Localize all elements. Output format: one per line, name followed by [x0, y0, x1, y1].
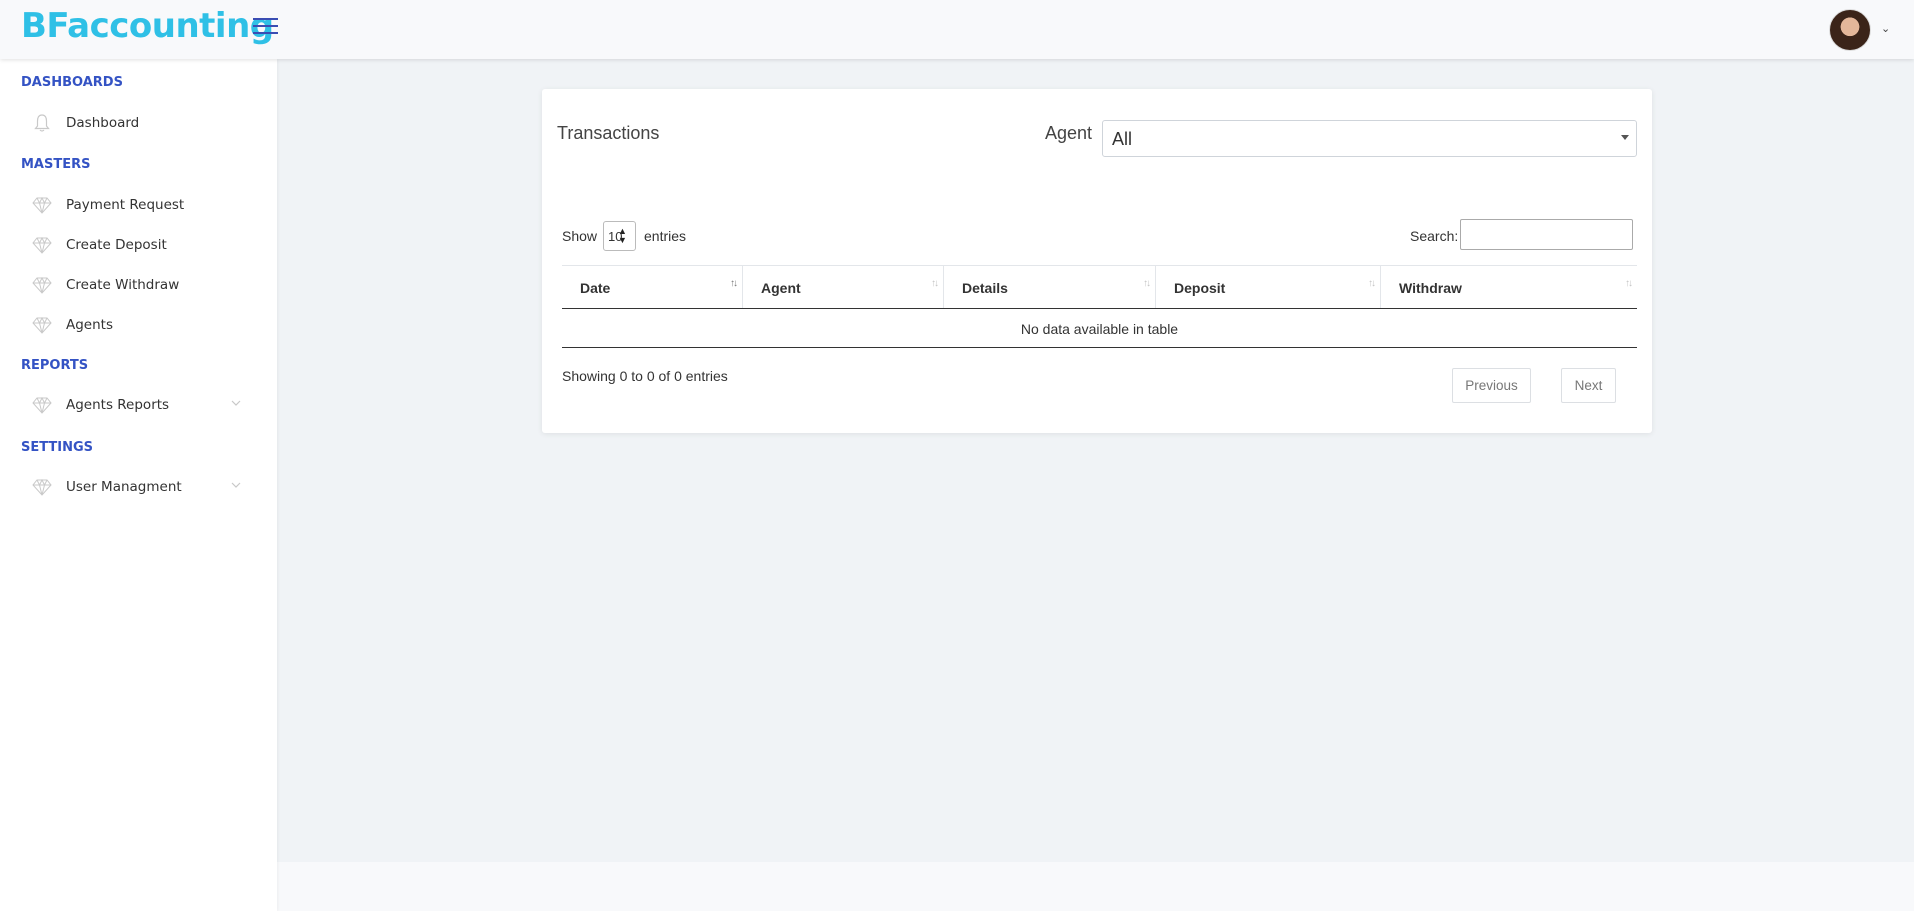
- empty-message: No data available in table: [1020, 321, 1179, 337]
- search-input[interactable]: [1460, 219, 1633, 250]
- sidebar-item-dashboard[interactable]: Dashboard: [0, 105, 277, 141]
- column-header-agent[interactable]: Agent ↑↓: [742, 266, 943, 308]
- show-label: Show: [562, 228, 598, 244]
- sidebar-item-label: User Managment: [66, 479, 182, 495]
- page-length-select[interactable]: 10 ▲ ▼: [603, 221, 636, 251]
- agent-filter-label: Agent: [1045, 123, 1093, 143]
- dropdown-caret-icon: [1621, 135, 1629, 140]
- diamond-icon: [32, 478, 52, 496]
- top-navbar: BFaccounting ⌄: [0, 0, 1914, 59]
- sidebar-item-create-deposit[interactable]: Create Deposit: [0, 227, 277, 263]
- chevron-down-icon[interactable]: ⌄: [1881, 22, 1890, 35]
- column-header-deposit[interactable]: Deposit ↑↓: [1155, 266, 1380, 308]
- column-header-label: Date: [580, 280, 611, 296]
- sidebar-item-label: Create Deposit: [66, 237, 167, 253]
- search-label: Search:: [1410, 228, 1459, 244]
- sidebar-item-agents-reports[interactable]: Agents Reports: [0, 387, 277, 423]
- agent-filter-select[interactable]: All: [1102, 120, 1637, 157]
- sidebar-item-agents[interactable]: Agents: [0, 307, 277, 343]
- sidebar-item-label: Agents: [66, 317, 113, 333]
- column-header-label: Withdraw: [1399, 280, 1462, 296]
- diamond-icon: [32, 316, 52, 334]
- agent-filter-value: All: [1112, 129, 1133, 149]
- sidebar-item-label: Create Withdraw: [66, 277, 180, 293]
- column-header-withdraw[interactable]: Withdraw ↑↓: [1380, 266, 1637, 308]
- sidebar-item-label: Agents Reports: [66, 397, 170, 413]
- transactions-table: Date ↑↓ Agent ↑↓ Details ↑↓ Deposit ↑↓ W…: [562, 265, 1637, 348]
- card-title: Transactions: [557, 123, 660, 143]
- sidebar-item-user-managment[interactable]: User Managment: [0, 469, 277, 505]
- brand-logo[interactable]: BFaccounting: [21, 6, 274, 46]
- sidebar: DASHBOARDS Dashboard MASTERS Payment Req…: [0, 59, 277, 911]
- chevron-down-icon: [231, 400, 241, 406]
- column-header-details[interactable]: Details ↑↓: [943, 266, 1155, 308]
- column-header-label: Details: [962, 280, 1008, 296]
- diamond-icon: [32, 196, 52, 214]
- sort-arrows-icon: ▲ ▼: [618, 226, 627, 245]
- column-header-label: Deposit: [1174, 280, 1226, 296]
- previous-button[interactable]: Previous: [1452, 368, 1531, 403]
- sidebar-item-label: Payment Request: [66, 197, 185, 213]
- diamond-icon: [32, 396, 52, 414]
- sort-icon: ↑↓: [1625, 278, 1633, 289]
- section-title-masters: MASTERS: [21, 157, 91, 172]
- diamond-icon: [32, 236, 52, 254]
- section-title-dashboards: DASHBOARDS: [21, 75, 123, 90]
- table-info: Showing 0 to 0 of 0 entries: [562, 368, 728, 384]
- table-empty-row: No data available in table: [562, 309, 1637, 348]
- sidebar-item-payment-request[interactable]: Payment Request: [0, 187, 277, 223]
- sort-icon: ↑↓: [730, 278, 738, 289]
- footer: [277, 862, 1914, 911]
- column-header-date[interactable]: Date ↑↓: [562, 266, 742, 308]
- section-title-settings: SETTINGS: [21, 440, 94, 455]
- next-button[interactable]: Next: [1561, 368, 1616, 403]
- sort-icon: ↑↓: [1143, 278, 1151, 289]
- sort-icon: ↑↓: [1368, 278, 1376, 289]
- transactions-card: Transactions Agent All Show 10 ▲ ▼ entrie…: [542, 89, 1652, 433]
- sort-icon: ↑↓: [931, 278, 939, 289]
- hamburger-menu-icon[interactable]: [253, 18, 278, 36]
- section-title-reports: REPORTS: [21, 358, 89, 373]
- bell-icon: [34, 114, 50, 132]
- table-header: Date ↑↓ Agent ↑↓ Details ↑↓ Deposit ↑↓ W…: [562, 265, 1637, 309]
- sidebar-item-label: Dashboard: [66, 115, 140, 131]
- user-avatar[interactable]: [1829, 9, 1871, 51]
- sidebar-item-create-withdraw[interactable]: Create Withdraw: [0, 267, 277, 303]
- diamond-icon: [32, 276, 52, 294]
- chevron-down-icon: [231, 482, 241, 488]
- column-header-label: Agent: [761, 280, 801, 296]
- entries-label: entries: [644, 228, 687, 244]
